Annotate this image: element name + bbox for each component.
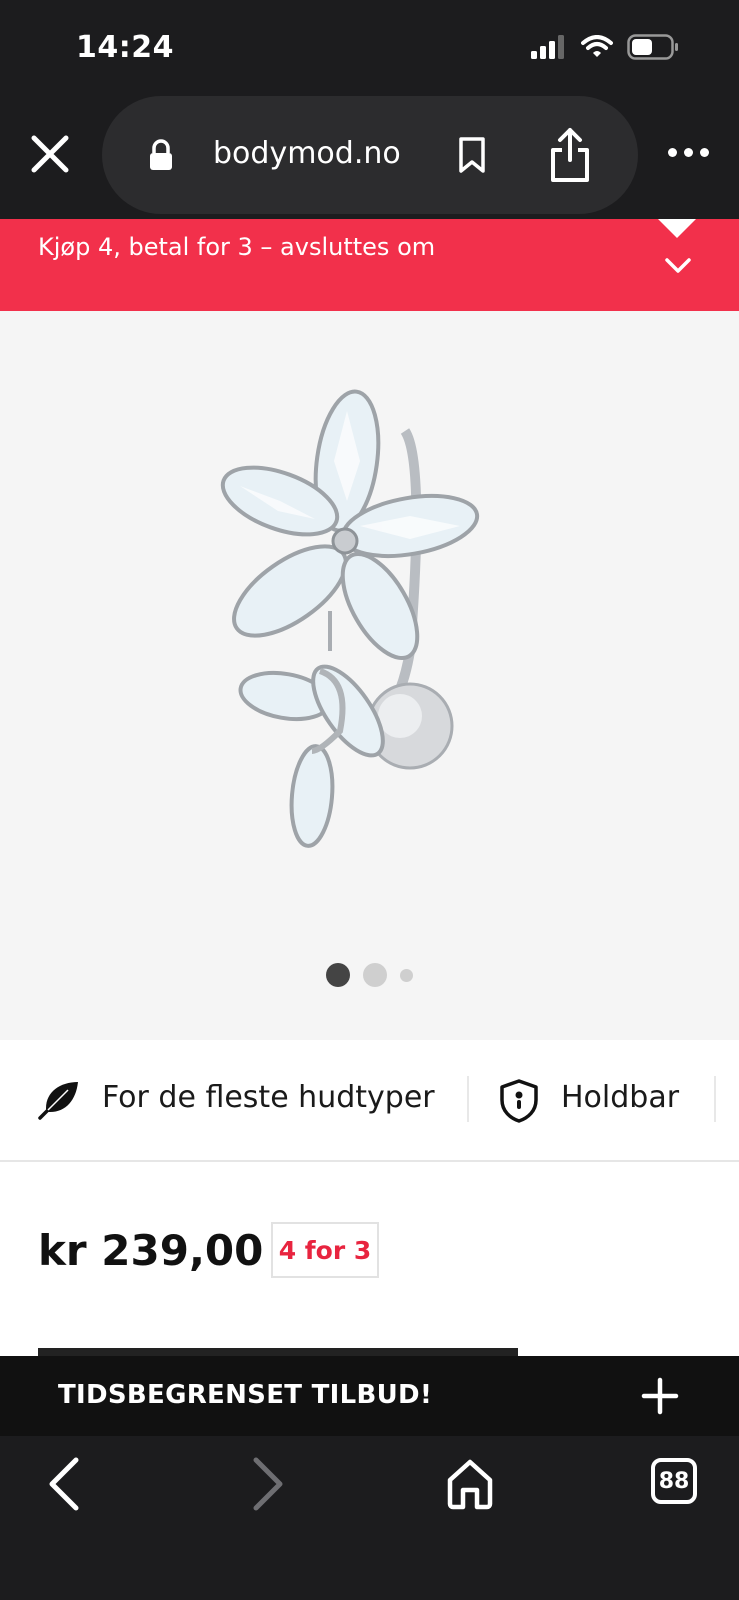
feature-label-skin: For de fleste hudtyper <box>102 1080 435 1115</box>
tabs-button[interactable]: 88 <box>651 1458 697 1504</box>
browser-toolbar: bodymod.no <box>0 92 739 219</box>
chevron-down-icon[interactable] <box>664 257 692 275</box>
banner-pointer-icon <box>658 219 696 238</box>
feather-icon <box>38 1082 78 1120</box>
shield-icon <box>500 1079 538 1123</box>
more-icon[interactable] <box>668 148 709 157</box>
wifi-icon <box>581 35 613 57</box>
home-icon[interactable] <box>446 1458 494 1510</box>
feature-label-durable: Holdbar <box>561 1080 680 1115</box>
signal-icon <box>531 35 564 59</box>
product-gallery[interactable] <box>0 311 739 1040</box>
feature-divider <box>714 1076 716 1122</box>
offer-badge: 4 for 3 <box>271 1222 379 1278</box>
feature-strip: For de fleste hudtyper Holdbar <box>0 1040 739 1162</box>
battery-icon <box>627 34 678 60</box>
plus-icon[interactable] <box>640 1376 680 1416</box>
limited-offer-bar[interactable]: TIDSBEGRENSET TILBUD! <box>0 1356 739 1436</box>
status-bar: 14:24 <box>0 0 739 92</box>
status-time: 14:24 <box>76 30 174 65</box>
status-icons <box>531 34 679 60</box>
lock-icon <box>150 139 172 170</box>
feature-divider <box>467 1076 469 1122</box>
gallery-dot-2[interactable] <box>363 963 387 987</box>
product-details-cutoff <box>38 1336 538 1356</box>
close-icon[interactable] <box>28 132 72 176</box>
banner-text: Kjøp 4, betal for 3 – avsluttes om <box>38 233 436 261</box>
bookmark-icon[interactable] <box>457 136 487 174</box>
address-bar[interactable]: bodymod.no <box>102 96 638 214</box>
limited-offer-label: TIDSBEGRENSET TILBUD! <box>58 1380 433 1410</box>
product-price: kr 239,00 <box>38 1226 264 1275</box>
bottom-toolbar: 88 <box>0 1436 739 1600</box>
gallery-dot-1[interactable] <box>326 963 350 987</box>
share-icon[interactable] <box>548 126 592 184</box>
back-icon[interactable] <box>46 1456 82 1512</box>
gallery-dot-3[interactable] <box>400 968 413 982</box>
product-image <box>220 389 480 848</box>
forward-icon[interactable] <box>250 1456 286 1512</box>
promo-banner[interactable]: Kjøp 4, betal for 3 – avsluttes om <box>0 219 739 311</box>
gallery-pagination[interactable] <box>0 963 739 987</box>
address-domain: bodymod.no <box>213 136 401 171</box>
